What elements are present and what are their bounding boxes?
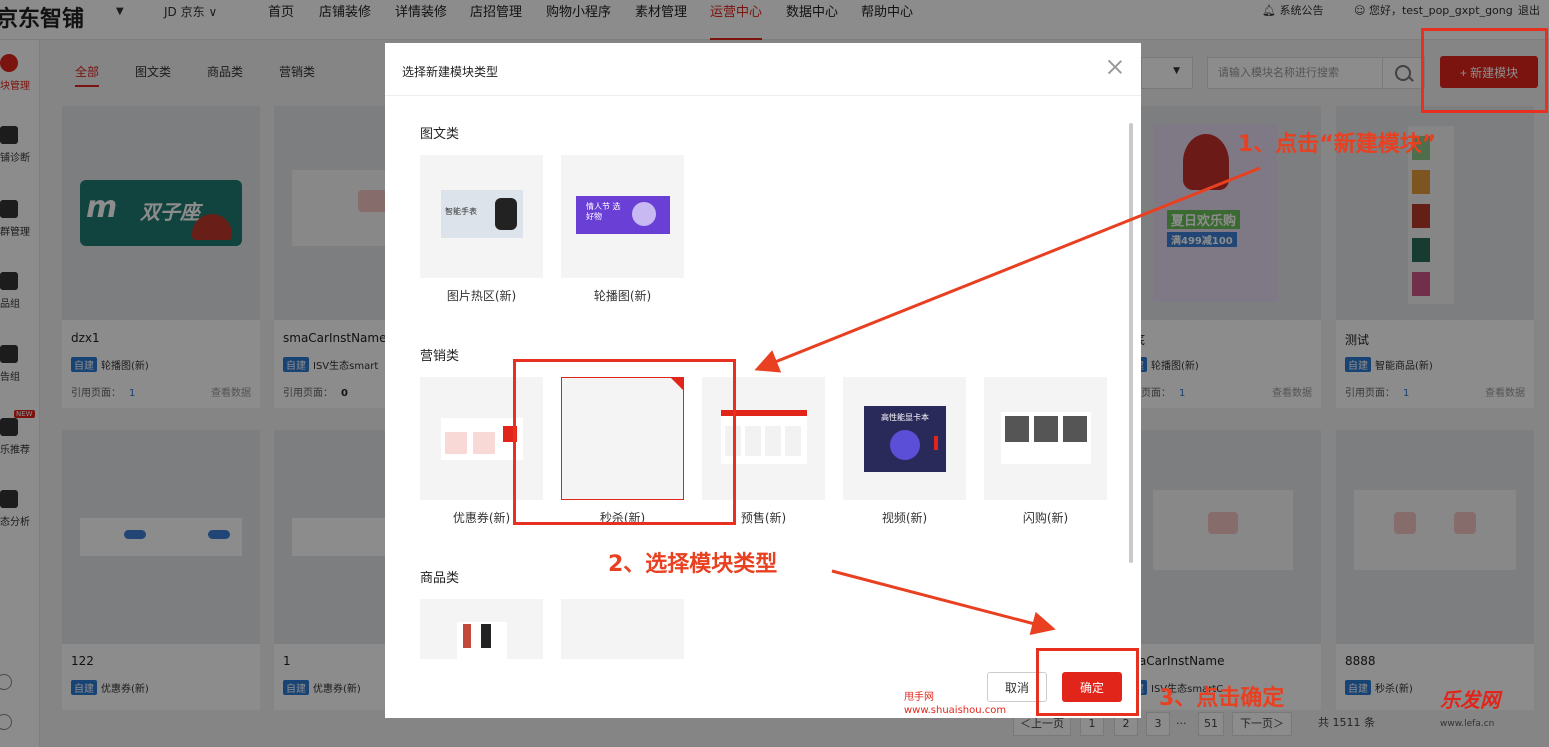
tile-label: 图片热区(新) <box>446 289 517 303</box>
preview-text: 智能手表 <box>445 207 477 216</box>
carousel-preview: 情人节 选好物 <box>576 196 670 234</box>
module-type-product-a[interactable] <box>420 599 543 660</box>
play-icon <box>890 430 920 460</box>
highlight-confirm <box>1036 648 1139 716</box>
divider <box>385 95 1141 96</box>
decor-bar <box>934 436 938 450</box>
grid-shape <box>765 426 781 456</box>
watch-preview: 智能手表 <box>441 190 523 238</box>
grid-shape <box>745 426 761 456</box>
module-type-flash-buy[interactable] <box>984 377 1107 500</box>
dialog-scrollbar[interactable] <box>1129 123 1133 563</box>
module-type-video[interactable]: 高性能显卡本 <box>843 377 966 500</box>
tile-label: 轮播图(新) <box>593 289 652 303</box>
highlight-flash-sale <box>513 359 736 525</box>
preview-text: 情人节 选好物 <box>586 202 621 221</box>
tile-label: 视频(新) <box>881 511 928 525</box>
close-icon[interactable] <box>1106 58 1124 76</box>
coupon-shape <box>445 432 467 454</box>
watermark-logo: 乐发网 <box>1440 688 1500 712</box>
flash-buy-preview <box>1001 412 1091 464</box>
product-shape <box>632 202 656 226</box>
dialog-title: 选择新建模块类型 <box>402 65 499 79</box>
lipstick-shape <box>481 624 491 648</box>
grid-shape <box>785 426 801 456</box>
product-preview <box>457 622 507 660</box>
video-preview: 高性能显卡本 <box>864 406 946 472</box>
step1-annotation: 1、点击“新建模块” <box>1238 132 1437 157</box>
coupon-preview <box>441 418 523 460</box>
watermark-logo-url: www.lefa.cn <box>1440 719 1495 729</box>
module-type-product-b[interactable] <box>561 599 684 659</box>
module-type-hotspot[interactable]: 智能手表 <box>420 155 543 278</box>
section-title: 图文类 <box>420 127 460 142</box>
step3-annotation: 3、点击确定 <box>1159 686 1285 711</box>
watermark-site-name: 甩手网 <box>904 692 934 703</box>
section-title: 商品类 <box>420 571 460 586</box>
watermark-site-url: www.shuaishou.com <box>904 705 1007 716</box>
highlight-new-button <box>1421 28 1548 113</box>
section-title: 营销类 <box>420 349 460 364</box>
tile-label: 闪购(新) <box>1022 511 1069 525</box>
module-type-carousel[interactable]: 情人节 选好物 <box>561 155 684 278</box>
lipstick-shape <box>463 624 471 648</box>
step2-annotation: 2、选择模块类型 <box>608 552 778 577</box>
product-thumb <box>1063 416 1087 442</box>
preview-text: 高性能显卡本 <box>881 413 929 422</box>
product-thumb <box>1005 416 1029 442</box>
product-thumb <box>1034 416 1058 442</box>
new-module-dialog: 选择新建模块类型 图文类 智能手表 图片热区(新) 情人节 选好物 轮播图(新)… <box>385 43 1141 718</box>
watch-shape <box>495 198 517 230</box>
coupon-shape <box>473 432 495 454</box>
